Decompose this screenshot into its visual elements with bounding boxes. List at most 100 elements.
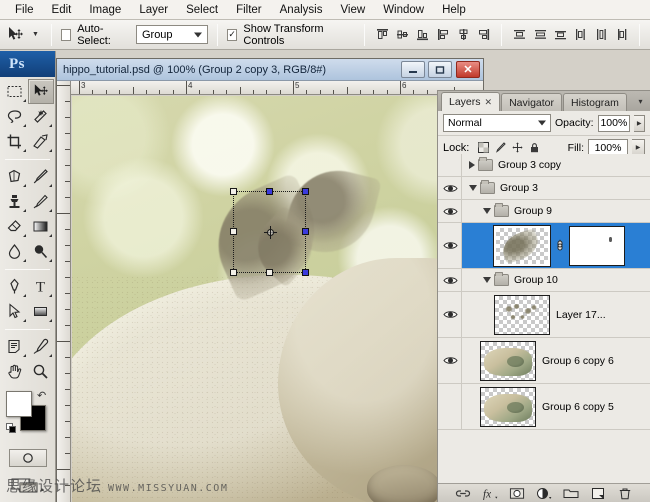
align-horizontal-centers-icon[interactable] [455, 25, 472, 45]
panel-tab-close-icon[interactable]: ✕ [485, 97, 493, 108]
panel-menu-icon[interactable]: ▾ [634, 95, 647, 108]
move-tool-icon[interactable] [4, 23, 26, 47]
align-right-edges-icon[interactable] [475, 25, 492, 45]
gradient-tool[interactable] [28, 214, 55, 239]
menu-item-select[interactable]: Select [177, 2, 227, 18]
layer-mask-thumbnail[interactable] [569, 225, 625, 266]
brush-tool[interactable] [28, 164, 55, 189]
transform-reference-point-icon[interactable] [263, 226, 277, 239]
canvas[interactable] [72, 96, 469, 502]
default-colors-icon[interactable] [6, 423, 17, 434]
horizontal-ruler[interactable]: 34567 [71, 81, 483, 95]
layer-visibility-toggle[interactable] [438, 154, 462, 176]
opacity-input[interactable]: 100% [597, 114, 631, 132]
history-brush-tool[interactable] [28, 189, 55, 214]
align-top-edges-icon[interactable] [374, 25, 391, 45]
crop-tool[interactable] [1, 129, 28, 154]
lock-image-pixels-icon[interactable] [494, 142, 506, 154]
lock-transparent-pixels-icon[interactable] [477, 142, 489, 154]
chevron-down-icon[interactable] [469, 185, 477, 191]
auto-select-checkbox[interactable] [60, 28, 72, 41]
layer-visibility-toggle[interactable] [438, 200, 462, 222]
minimize-button[interactable] [401, 61, 425, 78]
magic-wand-tool[interactable] [28, 104, 55, 129]
layer-thumbnail[interactable] [480, 340, 536, 381]
transform-selection-box[interactable] [229, 188, 310, 276]
panel-tab-histogram[interactable]: Histogram [563, 93, 627, 111]
transform-handle-top-left[interactable] [229, 188, 237, 196]
close-button[interactable]: ✕ [456, 61, 480, 78]
distribute-right-edges-icon[interactable] [613, 25, 630, 45]
new-group-button[interactable] [563, 486, 579, 501]
layer-visibility-toggle[interactable] [438, 338, 462, 383]
eraser-tool[interactable] [1, 214, 28, 239]
layer-visibility-toggle[interactable] [438, 292, 462, 337]
dodge-tool[interactable] [28, 239, 55, 264]
link-layers-button[interactable] [455, 486, 471, 501]
type-tool[interactable]: T [28, 274, 55, 299]
vertical-ruler[interactable] [57, 81, 71, 502]
transform-handle-middle-right[interactable] [302, 228, 310, 235]
menu-item-help[interactable]: Help [433, 2, 475, 18]
layer-row[interactable]: Group 3 copy [438, 154, 650, 177]
document-title-bar[interactable]: hippo_tutorial.psd @ 100% (Group 2 copy … [57, 59, 483, 81]
blend-mode-dropdown[interactable]: Normal [443, 114, 551, 132]
menu-item-layer[interactable]: Layer [130, 2, 177, 18]
layer-visibility-toggle[interactable] [438, 177, 462, 199]
auto-select-target-dropdown[interactable]: Group [135, 25, 208, 44]
show-transform-checkbox[interactable]: ✓ [226, 28, 238, 41]
chevron-down-icon[interactable] [483, 277, 491, 283]
notes-tool[interactable] [1, 334, 28, 359]
blur-tool[interactable] [1, 239, 28, 264]
layer-thumbnail[interactable] [480, 386, 536, 427]
swap-colors-icon[interactable]: ↶ [37, 389, 46, 402]
layer-row[interactable]: Group 9 [438, 200, 650, 223]
menu-item-analysis[interactable]: Analysis [271, 2, 332, 18]
chevron-down-icon[interactable] [483, 208, 491, 214]
transform-handle-top-right[interactable] [302, 188, 310, 196]
new-layer-button[interactable] [590, 486, 606, 501]
lock-position-icon[interactable] [511, 142, 523, 154]
layer-row[interactable] [438, 223, 650, 269]
layer-row[interactable]: Layer 17... [438, 292, 650, 338]
distribute-top-edges-icon[interactable] [511, 25, 528, 45]
transform-handle-bottom-center[interactable] [265, 268, 273, 276]
distribute-horizontal-centers-icon[interactable] [592, 25, 609, 45]
opacity-stepper-icon[interactable]: ▶ [634, 114, 645, 132]
layer-style-button[interactable]: fx [482, 486, 498, 501]
align-bottom-edges-icon[interactable] [414, 25, 431, 45]
move-tool[interactable] [27, 79, 54, 104]
zoom-tool[interactable] [28, 359, 55, 384]
transform-handle-bottom-right[interactable] [302, 268, 310, 276]
distribute-vertical-centers-icon[interactable] [532, 25, 549, 45]
menu-item-window[interactable]: Window [374, 2, 433, 18]
layer-row[interactable]: Group 6 copy 5 [438, 384, 650, 430]
layer-row[interactable]: Group 3 [438, 177, 650, 200]
hand-tool[interactable] [1, 359, 28, 384]
panel-tab-navigator[interactable]: Navigator [501, 93, 563, 111]
rectangular-marquee-tool[interactable] [1, 79, 28, 104]
transform-handle-middle-left[interactable] [229, 228, 237, 235]
layer-row[interactable]: Group 10 [438, 269, 650, 292]
distribute-left-edges-icon[interactable] [572, 25, 589, 45]
foreground-color-swatch[interactable] [6, 391, 32, 417]
clone-stamp-tool[interactable] [1, 189, 28, 214]
menu-item-file[interactable]: File [6, 2, 43, 18]
quick-mask-mode-button[interactable] [8, 449, 47, 467]
new-adjustment-layer-button[interactable] [536, 486, 552, 501]
layer-list[interactable]: Group 3 copy Group 3 Group 9 Group 10 Layer … [438, 154, 650, 483]
pen-tool[interactable] [1, 274, 28, 299]
layer-thumbnail[interactable] [494, 225, 550, 266]
add-layer-mask-button[interactable] [509, 486, 525, 501]
layer-thumbnail[interactable] [494, 294, 550, 335]
menu-item-edit[interactable]: Edit [43, 2, 81, 18]
layer-visibility-toggle[interactable] [438, 384, 462, 429]
link-icon[interactable] [554, 238, 565, 253]
layer-visibility-toggle[interactable] [438, 223, 462, 268]
tool-preset-chevron-icon[interactable]: ▼ [29, 24, 41, 46]
transform-handle-top-center[interactable] [265, 188, 273, 196]
layer-row[interactable]: Group 6 copy 6 [438, 338, 650, 384]
screen-mode-button[interactable] [8, 475, 48, 495]
eyedropper-tool[interactable] [28, 334, 55, 359]
delete-layer-button[interactable] [617, 486, 633, 501]
